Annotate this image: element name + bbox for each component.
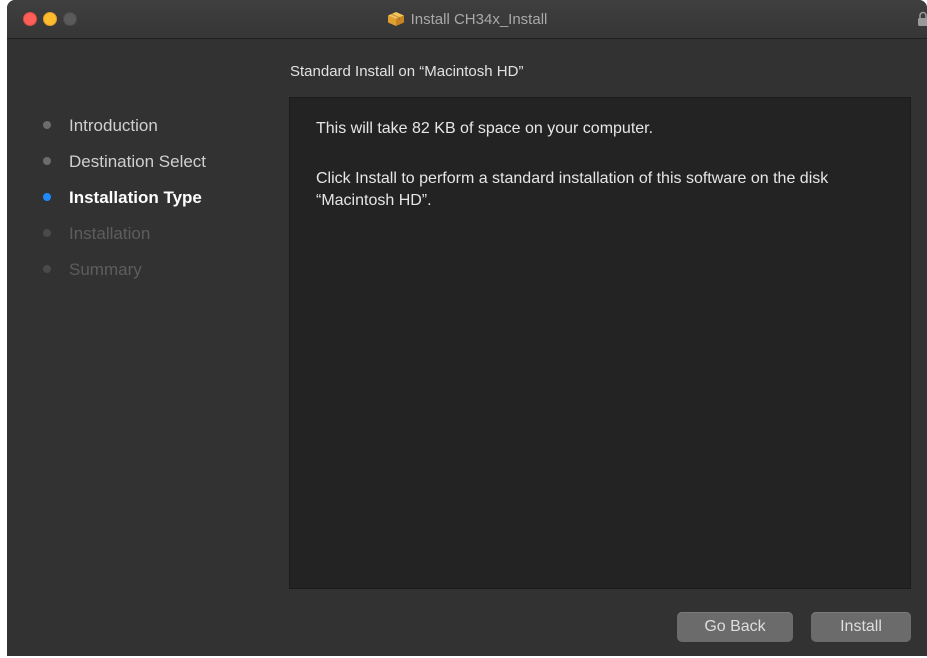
space-required-text: This will take 82 KB of space on your co… xyxy=(316,120,654,137)
step-bullet xyxy=(43,265,51,273)
step-installation-type: Installation Type xyxy=(7,180,287,216)
step-label: Installation xyxy=(69,224,151,243)
step-summary: Summary xyxy=(7,252,287,288)
title-bar[interactable]: Install CH34x_Install xyxy=(7,0,927,39)
go-back-button[interactable]: Go Back xyxy=(677,612,793,642)
package-icon xyxy=(387,12,404,26)
window-title-group: Install CH34x_Install xyxy=(7,0,927,38)
window-title: Install CH34x_Install xyxy=(410,10,548,28)
install-button[interactable]: Install xyxy=(811,612,911,642)
content-panel: This will take 82 KB of space on your co… xyxy=(289,97,911,589)
step-label: Introduction xyxy=(69,116,158,135)
install-instructions-text: Click Install to perform a standard inst… xyxy=(316,170,829,209)
step-bullet-active xyxy=(43,193,51,201)
lock-icon[interactable] xyxy=(917,11,927,27)
step-label: Summary xyxy=(69,260,142,279)
step-bullet xyxy=(43,121,51,129)
installer-steps-sidebar: Introduction Destination Select Installa… xyxy=(7,108,287,288)
step-label: Installation Type xyxy=(69,188,202,207)
step-introduction: Introduction xyxy=(7,108,287,144)
section-title: Standard Install on “Macintosh HD” xyxy=(290,63,524,80)
step-installation: Installation xyxy=(7,216,287,252)
step-bullet xyxy=(43,229,51,237)
step-destination-select: Destination Select xyxy=(7,144,287,180)
step-label: Destination Select xyxy=(69,152,207,171)
step-bullet xyxy=(43,157,51,165)
installer-window: Install CH34x_Install Introduction Desti… xyxy=(7,0,927,656)
